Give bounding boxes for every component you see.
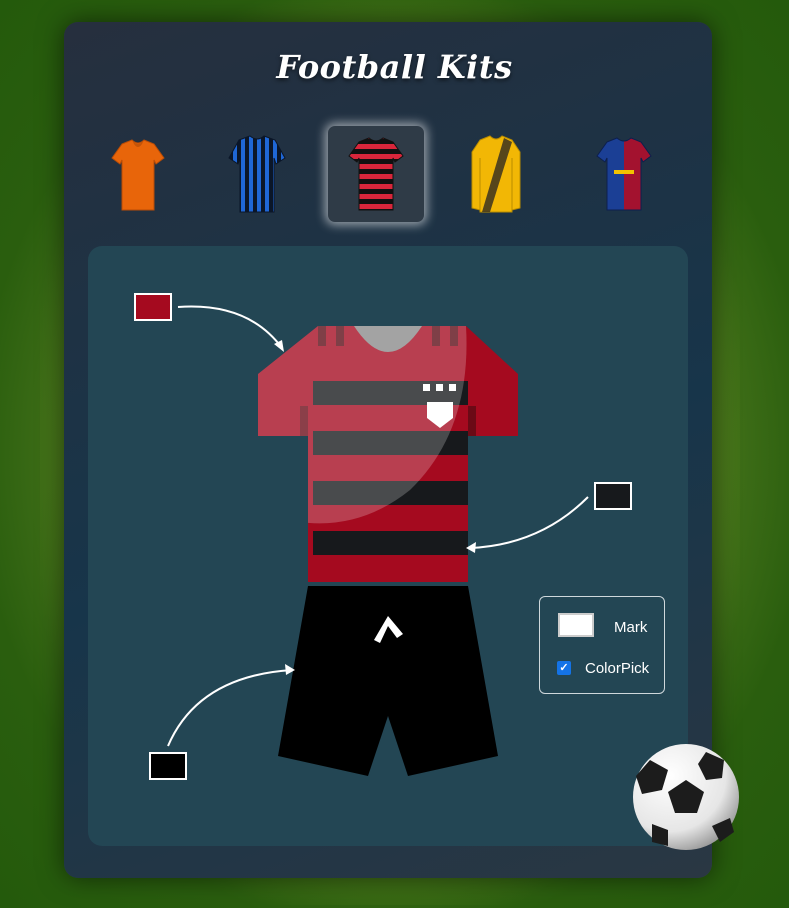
stripe-color-swatch[interactable] [594,482,632,510]
shorts-color-swatch[interactable] [149,752,187,780]
shorts[interactable] [278,586,498,776]
shirt[interactable] [258,326,518,582]
shirt-color-swatch[interactable] [134,293,172,321]
kit-canvas [167,305,739,850]
soccer-ball-icon [633,744,739,850]
checkbox-checked-icon: ✓ [559,662,569,674]
colorpick-label: ColorPick [585,660,650,677]
colorpick-checkbox[interactable]: ✓ [557,661,571,675]
mark-label: Mark [614,619,648,636]
legend-panel: Mark ✓ ColorPick [539,596,665,694]
mark-color-box[interactable] [558,613,594,637]
